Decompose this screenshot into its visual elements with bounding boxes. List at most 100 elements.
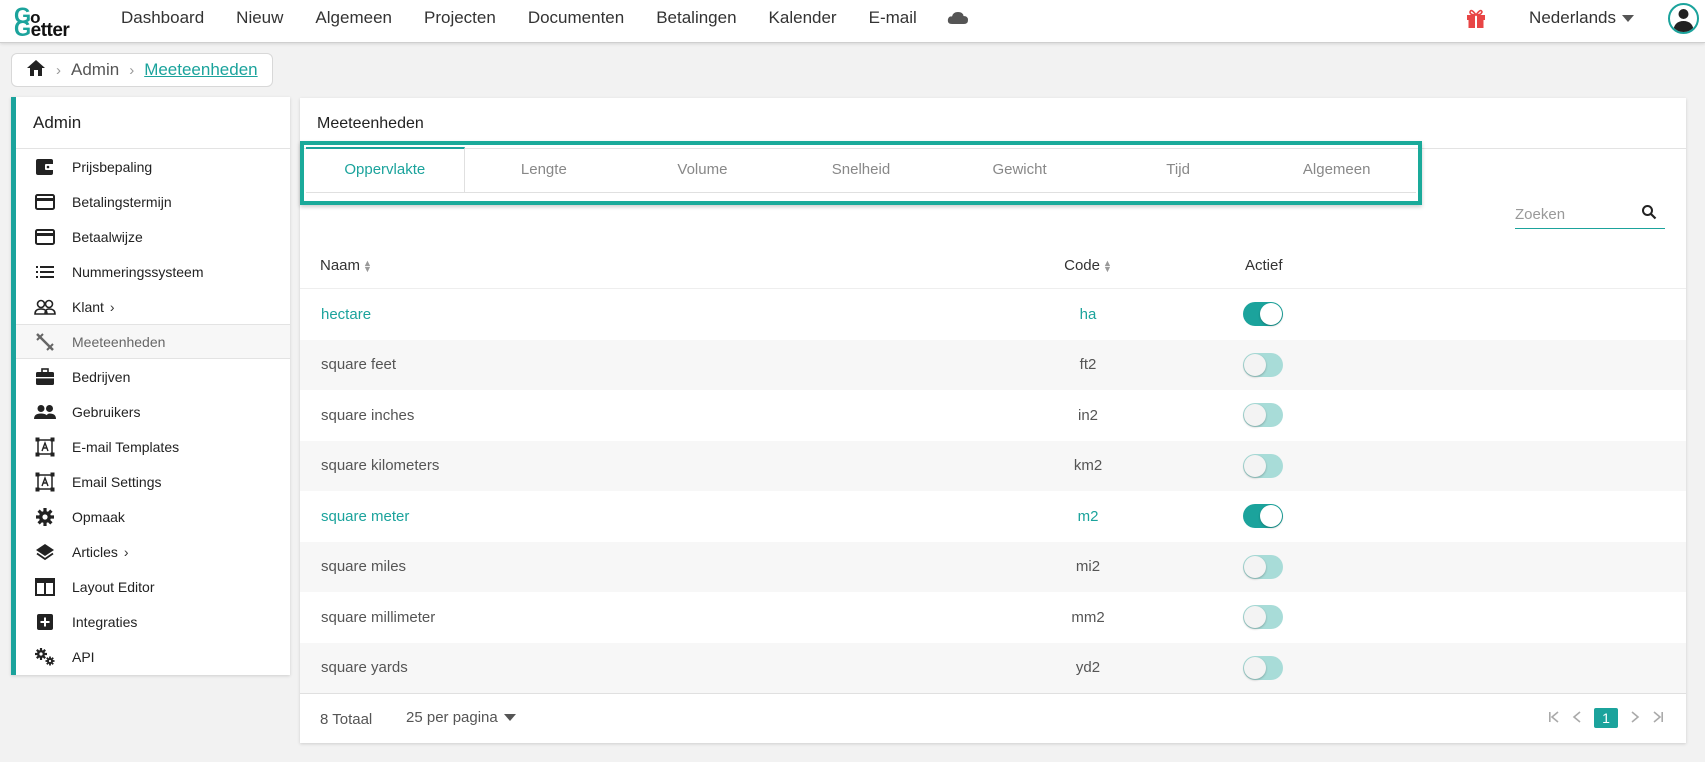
table-row[interactable]: square inches in2 [300, 390, 1686, 441]
sidebar-item-label: Bedrijven [72, 368, 131, 385]
sidebar-item-nummeringssysteem[interactable]: Nummeringssysteem [16, 254, 290, 289]
first-page-icon[interactable] [1548, 710, 1560, 726]
cell-name: hectare [321, 305, 372, 323]
sidebar-item-email-templates[interactable]: E-mail Templates [16, 429, 290, 464]
gears-icon [34, 646, 56, 668]
active-toggle[interactable] [1243, 403, 1283, 428]
active-toggle[interactable] [1243, 655, 1283, 680]
table-row[interactable]: square meter m2 [300, 491, 1686, 542]
ruler-icon [34, 331, 56, 353]
active-toggle[interactable] [1243, 453, 1283, 478]
cell-code: ha [1079, 305, 1097, 323]
avatar[interactable] [1668, 2, 1699, 34]
sidebar-item-betaalwijze[interactable]: Betaalwijze [16, 219, 290, 254]
tab-volume[interactable]: Volume [623, 147, 782, 192]
sidebar-item-klant[interactable]: Klant › [16, 289, 290, 324]
cloud-icon[interactable] [947, 11, 969, 25]
sidebar-item-articles[interactable]: Articles › [16, 534, 290, 569]
people-outline-icon [34, 296, 56, 318]
sidebar-item-opmaak[interactable]: Opmaak [16, 499, 290, 534]
toggle-knob [1244, 606, 1266, 629]
tab-lengte[interactable]: Lengte [465, 147, 624, 192]
cell-name: square meter [321, 507, 410, 525]
nav-right: Nederlands [1465, 0, 1705, 36]
sidebar-item-integraties[interactable]: Integraties [16, 604, 290, 639]
page-title: Meeteenheden [317, 115, 424, 132]
gift-icon[interactable] [1465, 7, 1487, 29]
nav-kalender[interactable]: Kalender [753, 8, 853, 28]
table-row[interactable]: square kilometers km2 [300, 440, 1686, 491]
tab-gewicht[interactable]: Gewicht [940, 147, 1099, 192]
pagination: 1 [1548, 708, 1664, 728]
credit-card-icon [34, 191, 56, 213]
breadcrumb-admin[interactable]: Admin [71, 60, 119, 80]
sidebar-item-layout-editor[interactable]: Layout Editor [16, 569, 290, 604]
nav-documenten[interactable]: Documenten [512, 8, 640, 28]
active-toggle[interactable] [1243, 605, 1283, 630]
sidebar-item-api[interactable]: API [16, 639, 290, 674]
nav-projecten[interactable]: Projecten [408, 8, 512, 28]
per-page-select[interactable]: 25 per pagina [406, 709, 516, 726]
table-row[interactable]: hectare ha [300, 289, 1686, 340]
search-input[interactable] [1515, 201, 1633, 227]
language-label: Nederlands [1529, 8, 1616, 27]
sidebar-item-prijsbepaling[interactable]: Prijsbepaling [16, 149, 290, 184]
language-selector[interactable]: Nederlands [1529, 8, 1634, 28]
table-row[interactable]: square yards yd2 [300, 642, 1686, 693]
toggle-knob [1260, 303, 1282, 326]
nav-email[interactable]: E-mail [853, 8, 933, 28]
sidebar-item-bedrijven[interactable]: Bedrijven [16, 359, 290, 394]
breadcrumb-meeteenheden[interactable]: Meeteenheden [144, 60, 257, 80]
active-toggle[interactable] [1243, 352, 1283, 377]
main-panel: Meeteenheden Oppervlakte Lengte Volume S… [300, 98, 1686, 743]
sidebar-item-label: Nummeringssysteem [72, 263, 204, 280]
active-toggle[interactable] [1243, 554, 1283, 579]
last-page-icon[interactable] [1652, 710, 1664, 726]
gogetter-logo[interactable]: Go Getter [14, 3, 90, 41]
nav-betalingen[interactable]: Betalingen [640, 8, 752, 28]
total-count: 8 Totaal [320, 711, 373, 728]
current-page[interactable]: 1 [1594, 708, 1618, 728]
sidebar-item-label: Meeteenheden [72, 333, 166, 350]
breadcrumb: › Admin › Meeteenheden [11, 53, 273, 87]
table-header: Naam ▲ ▼ Code ▲ ▼ Actief [300, 243, 1686, 289]
layers-icon [34, 541, 56, 563]
tab-oppervlakte[interactable]: Oppervlakte [306, 147, 465, 192]
nav-dashboard[interactable]: Dashboard [105, 8, 220, 28]
main-nav: Dashboard Nieuw Algemeen Projecten Docum… [105, 0, 969, 36]
cell-name: square kilometers [321, 457, 440, 475]
column-header-naam[interactable]: Naam ▲ ▼ [300, 257, 954, 274]
sidebar-item-gebruikers[interactable]: Gebruikers [16, 394, 290, 429]
nav-nieuw[interactable]: Nieuw [220, 8, 299, 28]
admin-sidebar: Admin Prijsbepaling Betalingstermijn Bet… [11, 97, 290, 675]
sidebar-item-betalingstermijn[interactable]: Betalingstermijn [16, 184, 290, 219]
sidebar-item-label: Gebruikers [72, 403, 141, 420]
gear-icon [34, 506, 56, 528]
sidebar-item-meeteenheden[interactable]: Meeteenheden [16, 324, 290, 359]
table-row[interactable]: square feet ft2 [300, 339, 1686, 390]
table-row[interactable]: square millimeter mm2 [300, 592, 1686, 643]
next-page-icon[interactable] [1630, 710, 1640, 726]
column-header-code[interactable]: Code ▲ ▼ [954, 257, 1222, 274]
cell-name: square yards [321, 659, 408, 677]
sort-icon: ▲ ▼ [1102, 258, 1112, 275]
sidebar-item-label: Betaalwijze [72, 228, 143, 245]
units-table: Naam ▲ ▼ Code ▲ ▼ Actief hectare ha square f… [300, 243, 1686, 693]
sidebar-item-label: Betalingstermijn [72, 193, 172, 210]
tab-tijd[interactable]: Tijd [1099, 147, 1258, 192]
nav-algemeen[interactable]: Algemeen [299, 8, 408, 28]
plus-box-icon [34, 611, 56, 633]
active-toggle[interactable] [1243, 302, 1283, 327]
cell-code: yd2 [1075, 659, 1101, 677]
tab-snelheid[interactable]: Snelheid [782, 147, 941, 192]
sidebar-item-email-settings[interactable]: Email Settings [16, 464, 290, 499]
toggle-knob [1244, 454, 1266, 477]
cell-code: ft2 [1079, 356, 1097, 374]
prev-page-icon[interactable] [1572, 710, 1582, 726]
table-row[interactable]: square miles mi2 [300, 541, 1686, 592]
search-icon[interactable] [1641, 204, 1657, 220]
home-icon[interactable] [26, 59, 46, 82]
active-toggle[interactable] [1243, 504, 1283, 529]
sidebar-title: Admin [16, 97, 290, 149]
tab-algemeen[interactable]: Algemeen [1257, 147, 1416, 192]
